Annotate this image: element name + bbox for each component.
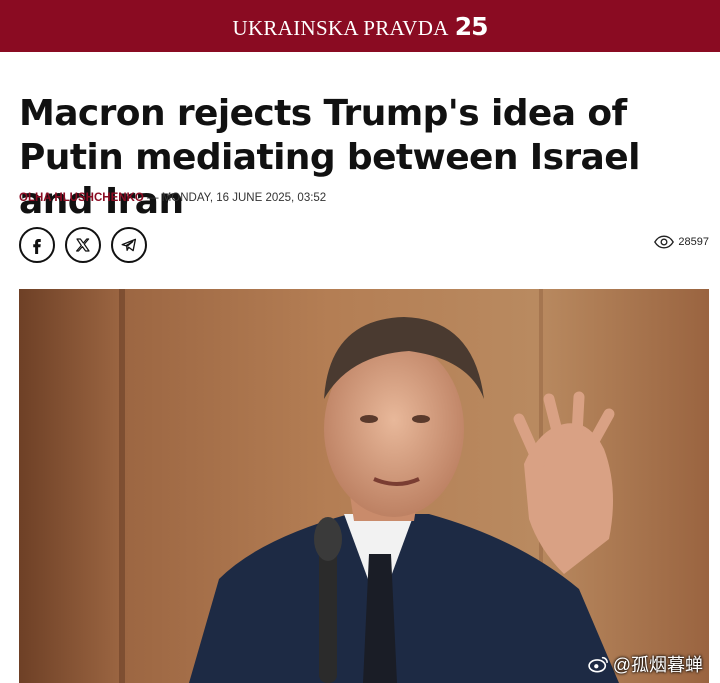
share-buttons	[19, 227, 147, 263]
weibo-icon	[588, 656, 608, 673]
share-facebook-button[interactable]	[19, 227, 55, 263]
facebook-icon	[33, 239, 41, 254]
article-headline: Macron rejects Trump's idea of Putin med…	[19, 93, 640, 222]
watermark: @孤烟暮蝉	[588, 651, 703, 677]
telegram-icon	[121, 238, 137, 252]
brand-anniversary-number: 25	[454, 11, 489, 41]
brand-name: UKRAINSKA PRAVDA	[232, 15, 449, 40]
eye-icon	[654, 235, 675, 249]
site-header: UKRAINSKA PRAVDA 25	[0, 0, 720, 52]
share-telegram-button[interactable]	[111, 227, 147, 263]
share-x-button[interactable]	[65, 227, 101, 263]
view-count: 28597	[678, 236, 709, 248]
author-link[interactable]: OLHA HLUSHCHENKO	[19, 192, 144, 204]
watermark-text: @孤烟暮蝉	[612, 655, 703, 675]
byline-separator: —	[147, 192, 159, 204]
view-counter: 28597	[654, 235, 709, 249]
x-icon	[76, 238, 90, 252]
site-logo[interactable]: UKRAINSKA PRAVDA 25	[232, 11, 489, 41]
publish-date: MONDAY, 16 JUNE 2025, 03:52	[161, 192, 327, 204]
photo-illustration	[19, 289, 709, 683]
article-byline: OLHA HLUSHCHENKO — MONDAY, 16 JUNE 2025,…	[19, 192, 326, 204]
article-main-photo: @孤烟暮蝉	[19, 289, 709, 683]
